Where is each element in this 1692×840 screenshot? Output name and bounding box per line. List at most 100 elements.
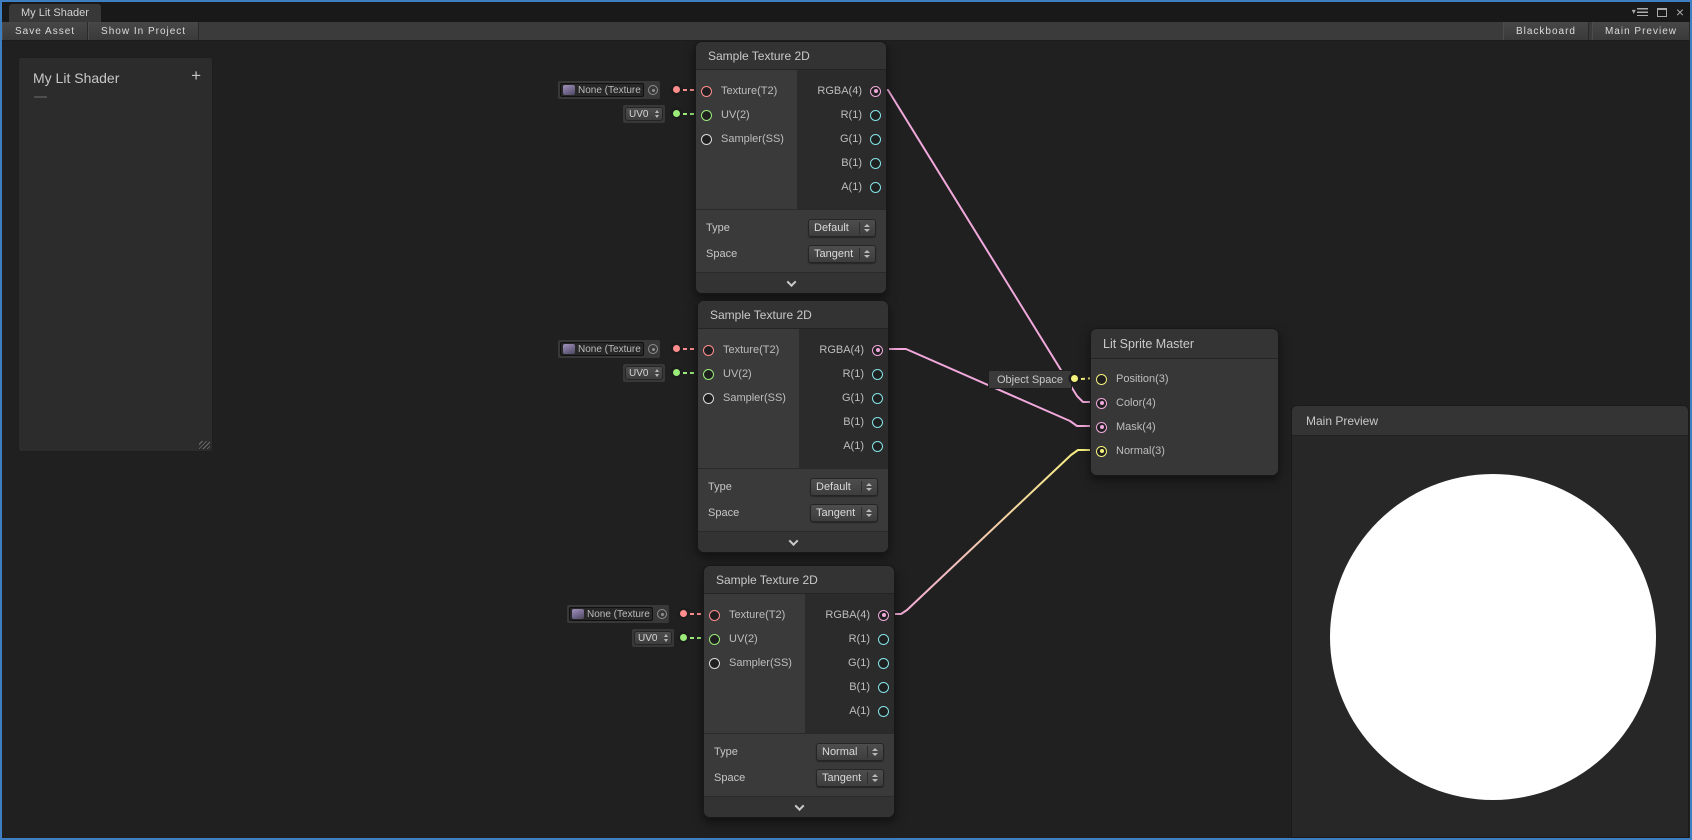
node-title: Lit Sprite Master xyxy=(1091,329,1278,359)
g-output-port[interactable] xyxy=(878,658,889,669)
g-output-port[interactable] xyxy=(870,134,881,145)
port-label: Sampler(SS) xyxy=(721,133,784,145)
collapse-button[interactable] xyxy=(696,272,886,293)
maximize-icon[interactable] xyxy=(1657,8,1667,17)
blackboard-toggle-button[interactable]: Blackboard xyxy=(1503,22,1589,40)
port-row: Normal(3) xyxy=(1091,439,1278,463)
texture-slot-port[interactable] xyxy=(673,345,680,352)
g-output-port[interactable] xyxy=(872,393,883,404)
space-dropdown[interactable]: Tangent xyxy=(816,769,884,787)
control-row: Type Normal xyxy=(714,739,884,765)
control-row: Space Tangent xyxy=(708,500,878,526)
port-label: G(1) xyxy=(848,657,870,669)
mask-input-port[interactable] xyxy=(1096,422,1107,433)
port-row: Texture(T2) xyxy=(696,79,797,103)
uv-slot-port[interactable] xyxy=(680,634,687,641)
r-output-port[interactable] xyxy=(870,110,881,121)
main-preview-panel[interactable]: Main Preview xyxy=(1291,405,1689,838)
type-dropdown[interactable]: Default xyxy=(808,219,876,237)
uv-input-port[interactable] xyxy=(703,369,714,380)
object-picker-icon[interactable] xyxy=(657,609,667,619)
port-label: G(1) xyxy=(840,133,862,145)
rgba-output-port[interactable] xyxy=(878,610,889,621)
port-label: A(1) xyxy=(849,705,870,717)
node-lit-sprite-master[interactable]: Lit Sprite Master Position(3) Color(4) M… xyxy=(1090,328,1279,476)
a-output-port[interactable] xyxy=(870,182,881,193)
uv-slot-port[interactable] xyxy=(673,110,680,117)
save-asset-button[interactable]: Save Asset xyxy=(2,22,88,40)
port-row: UV(2) xyxy=(704,627,805,651)
graph-canvas[interactable]: My Lit Shader + Sample Texture 2D Textur… xyxy=(2,41,1690,838)
b-output-port[interactable] xyxy=(878,682,889,693)
resize-grip-icon[interactable] xyxy=(199,441,210,449)
texture-slot-port[interactable] xyxy=(680,610,687,617)
type-dropdown[interactable]: Normal xyxy=(816,743,884,761)
texture-object-field[interactable]: None (Texture xyxy=(560,83,644,97)
rgba-output-port[interactable] xyxy=(872,345,883,356)
close-icon[interactable]: × xyxy=(1676,5,1684,19)
sampler-input-port[interactable] xyxy=(701,134,712,145)
main-preview-header[interactable]: Main Preview xyxy=(1292,406,1688,436)
node-sample-texture-2d-3[interactable]: Sample Texture 2D Texture(T2) UV(2) Samp… xyxy=(703,565,895,818)
a-output-port[interactable] xyxy=(878,706,889,717)
graph-tab[interactable]: My Lit Shader xyxy=(9,4,101,22)
window-menu-icon[interactable]: ▾ xyxy=(1632,8,1648,16)
r-output-port[interactable] xyxy=(872,369,883,380)
r-output-port[interactable] xyxy=(878,634,889,645)
texture-input-port[interactable] xyxy=(709,610,720,621)
node-title: Sample Texture 2D xyxy=(704,566,894,594)
sampler-input-port[interactable] xyxy=(703,393,714,404)
preview-sphere[interactable] xyxy=(1330,474,1656,800)
edge-sample1-rgba-to-color[interactable] xyxy=(876,90,1094,402)
port-label: B(1) xyxy=(849,681,870,693)
port-row: RGBA(4) xyxy=(805,603,894,627)
type-dropdown[interactable]: Default xyxy=(810,478,878,496)
input-column: Texture(T2) UV(2) Sampler(SS) xyxy=(698,329,799,468)
main-preview-toggle-button[interactable]: Main Preview xyxy=(1592,22,1690,40)
output-column: RGBA(4) R(1) G(1) B(1) A(1) xyxy=(799,329,888,468)
object-picker-icon[interactable] xyxy=(648,344,658,354)
texture-icon xyxy=(563,344,575,354)
chevron-down-icon xyxy=(786,277,796,287)
sampler-input-port[interactable] xyxy=(709,658,720,669)
position-input-port[interactable] xyxy=(1096,374,1107,385)
texture-input-port[interactable] xyxy=(701,86,712,97)
rgba-output-port[interactable] xyxy=(870,86,881,97)
node-sample-texture-2d-2[interactable]: Sample Texture 2D Texture(T2) UV(2) Samp… xyxy=(697,300,889,553)
uv-channel-dropdown[interactable]: UV0 xyxy=(625,107,663,121)
space-dropdown[interactable]: Tangent xyxy=(808,245,876,263)
uv-slot-port[interactable] xyxy=(673,369,680,376)
window-controls: ▾ × xyxy=(1632,2,1684,22)
show-in-project-button[interactable]: Show In Project xyxy=(88,22,199,40)
add-property-button[interactable]: + xyxy=(191,67,201,84)
a-output-port[interactable] xyxy=(872,441,883,452)
node-body: Texture(T2) UV(2) Sampler(SS) RGBA(4) R(… xyxy=(704,594,894,733)
node-sample-texture-2d-1[interactable]: Sample Texture 2D Texture(T2) UV(2) Samp… xyxy=(695,41,887,294)
texture-object-field[interactable]: None (Texture xyxy=(560,342,644,356)
collapse-button[interactable] xyxy=(704,796,894,817)
port-label: Sampler(SS) xyxy=(723,392,786,404)
space-dropdown[interactable]: Tangent xyxy=(810,504,878,522)
collapse-button[interactable] xyxy=(698,531,888,552)
port-row: A(1) xyxy=(805,699,894,723)
updown-arrows-icon xyxy=(867,746,878,758)
texture-input-port[interactable] xyxy=(703,345,714,356)
b-output-port[interactable] xyxy=(872,417,883,428)
color-input-port[interactable] xyxy=(1096,398,1107,409)
node-object-space[interactable]: Object Space xyxy=(988,370,1072,389)
texture-slot-port[interactable] xyxy=(673,86,680,93)
object-space-output-port[interactable] xyxy=(1071,375,1078,382)
normal-input-port[interactable] xyxy=(1096,446,1107,457)
texture-object-field[interactable]: None (Texture xyxy=(569,607,653,621)
uv-channel-dropdown[interactable]: UV0 xyxy=(625,366,663,380)
texture-field-value: None (Texture xyxy=(578,344,641,355)
edge-sample3-rgba-to-normal[interactable] xyxy=(884,450,1094,614)
uv-input-port[interactable] xyxy=(701,110,712,121)
blackboard-panel[interactable]: My Lit Shader + xyxy=(18,57,213,452)
b-output-port[interactable] xyxy=(870,158,881,169)
port-label: RGBA(4) xyxy=(819,344,864,356)
port-label: A(1) xyxy=(841,181,862,193)
uv-channel-dropdown[interactable]: UV0 xyxy=(634,631,672,645)
object-picker-icon[interactable] xyxy=(648,85,658,95)
uv-input-port[interactable] xyxy=(709,634,720,645)
